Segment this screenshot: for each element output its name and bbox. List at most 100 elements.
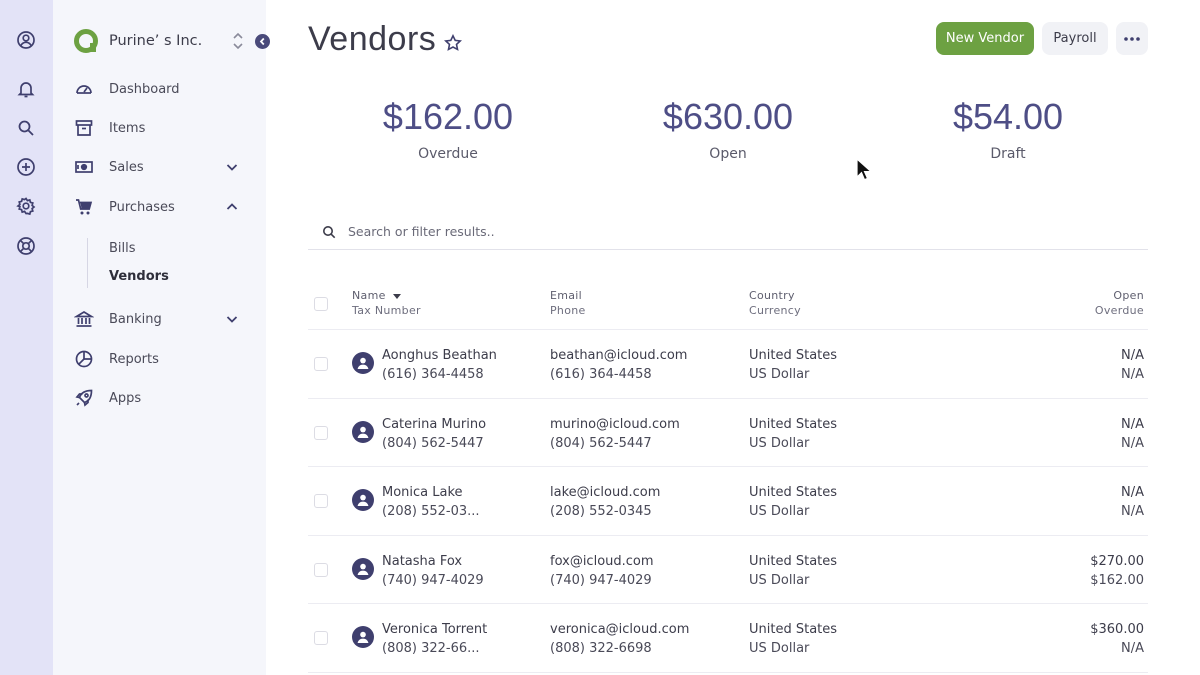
summary-amount: $162.00	[382, 96, 514, 137]
column-header-country[interactable]: Country Currency	[749, 288, 801, 318]
table-row[interactable]: Aonghus Beathan (616) 364-4458 beathan@ic…	[308, 330, 1148, 399]
table-row[interactable]: Veronica Torrent (808) 322-66... veronica…	[308, 604, 1148, 673]
header-open-label: Open	[1113, 289, 1144, 302]
company-switcher[interactable]: Purine’ s Inc.	[73, 28, 270, 54]
summary-amount: $630.00	[662, 96, 794, 137]
chart-pie-icon	[73, 348, 95, 370]
chevron-down-icon[interactable]	[225, 312, 239, 326]
banknote-icon	[73, 156, 95, 178]
gauge-icon	[73, 78, 95, 100]
vendor-email: murino@icloud.com	[550, 416, 680, 432]
row-checkbox[interactable]	[314, 425, 328, 440]
sort-desc-icon	[392, 293, 401, 299]
vendor-country: United States	[749, 553, 838, 569]
user-icon	[357, 426, 369, 438]
vendor-email: veronica@icloud.com	[550, 622, 690, 637]
row-checkbox[interactable]	[314, 494, 328, 508]
row-checkbox[interactable]	[314, 631, 328, 645]
nav-item-apps[interactable]: Apps	[73, 383, 253, 413]
vendor-open: N/A	[1121, 485, 1144, 500]
row-checkbox[interactable]	[314, 562, 328, 577]
subnav-divider	[87, 238, 88, 288]
user-circle-icon[interactable]	[16, 30, 36, 50]
mouse-cursor-icon	[856, 158, 872, 181]
search-input[interactable]	[348, 224, 1048, 239]
vendor-name[interactable]: Caterina Murino	[382, 417, 486, 432]
vendor-name[interactable]: Veronica Torrent	[382, 622, 487, 637]
lifebuoy-icon[interactable]	[16, 236, 36, 256]
gear-icon[interactable]	[16, 196, 36, 216]
summary-overdue[interactable]: $162.00 Overdue	[338, 96, 558, 162]
vendor-name-cell: Monica Lake (208) 552-03...	[382, 483, 480, 521]
nav-item-dashboard[interactable]: Dashboard	[73, 74, 253, 104]
vendor-country-cell: United States US Dollar	[749, 415, 837, 453]
nav-item-reports[interactable]: Reports	[73, 344, 253, 374]
vendor-name[interactable]: Natasha Fox	[382, 554, 462, 569]
company-name: Purine’ s Inc.	[109, 33, 203, 49]
chevron-up-icon[interactable]	[225, 200, 239, 214]
bank-icon	[73, 308, 95, 330]
chevron-down-icon[interactable]	[225, 160, 239, 174]
nav-item-sales[interactable]: Sales	[73, 152, 253, 182]
brand-logo	[74, 29, 98, 53]
vendor-country-cell: United States US Dollar	[749, 483, 837, 521]
vendor-email: beathan@icloud.com	[550, 348, 688, 363]
chevron-updown-icon[interactable]	[231, 32, 245, 50]
new-vendor-button[interactable]: New Vendor	[936, 22, 1034, 55]
header-country-label: Country	[749, 289, 795, 302]
vendor-phone: (740) 947-4029	[550, 572, 652, 588]
select-all-checkbox[interactable]	[314, 297, 328, 311]
vendor-currency: US Dollar	[749, 572, 810, 588]
main-content: Vendors New Vendor Payroll $162.00 Overd…	[266, 0, 1200, 675]
nav-item-items[interactable]: Items	[73, 113, 253, 143]
vendor-name-cell: Natasha Fox (740) 947-4029	[382, 552, 484, 590]
header-email-label: Email	[550, 289, 583, 302]
table-row[interactable]: Caterina Murino (804) 562-5447 murino@icl…	[308, 399, 1148, 467]
nav-item-bills[interactable]: Bills	[109, 241, 136, 256]
table-row[interactable]: Monica Lake (208) 552-03... lake@icloud.c…	[308, 467, 1148, 536]
search-icon[interactable]	[16, 118, 36, 138]
more-options-button[interactable]	[1116, 22, 1148, 55]
star-icon[interactable]	[444, 34, 462, 52]
vendor-overdue: N/A	[1121, 641, 1144, 656]
user-icon	[357, 357, 369, 369]
vendor-contact-cell: beathan@icloud.com (616) 364-4458	[550, 346, 687, 384]
sidebar: Purine’ s Inc. Dashboard Items Sales Pur…	[53, 0, 270, 675]
vendor-phone: (208) 552-0345	[550, 504, 652, 519]
search-icon	[323, 225, 336, 238]
vendor-phone: (808) 322-6698	[550, 641, 652, 656]
table-header: Name Tax Number Email Phone Country Curr…	[308, 278, 1148, 330]
vendor-contact-cell: lake@icloud.com (208) 552-0345	[550, 483, 660, 521]
vendor-balance-cell: N/A N/A	[1121, 346, 1144, 384]
vendor-contact-cell: veronica@icloud.com (808) 322-6698	[550, 620, 689, 658]
bell-icon[interactable]	[16, 79, 36, 99]
summary-open[interactable]: $630.00 Open	[618, 96, 838, 162]
vendor-balance-cell: $360.00 N/A	[1090, 620, 1144, 658]
nav-item-purchases[interactable]: Purchases	[73, 192, 253, 222]
vendor-name[interactable]: Monica Lake	[382, 485, 463, 500]
user-icon	[357, 494, 369, 506]
vendor-country-cell: United States US Dollar	[749, 346, 837, 384]
row-checkbox[interactable]	[314, 357, 328, 371]
nav-item-banking[interactable]: Banking	[73, 304, 253, 334]
summary-draft[interactable]: $54.00 Draft	[898, 96, 1118, 162]
table-row[interactable]: Natasha Fox (740) 947-4029 fox@icloud.com…	[308, 536, 1148, 604]
vendor-balance-cell: N/A N/A	[1121, 483, 1144, 521]
summary-amount: $54.00	[952, 96, 1064, 137]
column-header-email[interactable]: Email Phone	[550, 288, 586, 318]
vendor-country: United States	[749, 416, 838, 432]
column-header-open[interactable]: Open Overdue	[1095, 288, 1144, 318]
archive-icon	[73, 117, 95, 139]
nav-item-vendors[interactable]: Vendors	[109, 269, 169, 284]
vendor-country-cell: United States US Dollar	[749, 620, 837, 658]
vendor-balance-cell: $270.00 $162.00	[1090, 552, 1144, 590]
plus-circle-icon[interactable]	[16, 157, 36, 177]
header-currency-label: Currency	[749, 304, 801, 317]
summary-label: Draft	[990, 146, 1026, 162]
payroll-button[interactable]: Payroll	[1042, 22, 1108, 55]
column-header-name[interactable]: Name Tax Number	[352, 288, 421, 318]
vendor-overdue: N/A	[1121, 367, 1144, 382]
vendor-name[interactable]: Aonghus Beathan	[382, 348, 497, 363]
nav-label-reports: Reports	[109, 351, 159, 367]
nav-label-purchases: Purchases	[109, 199, 175, 215]
